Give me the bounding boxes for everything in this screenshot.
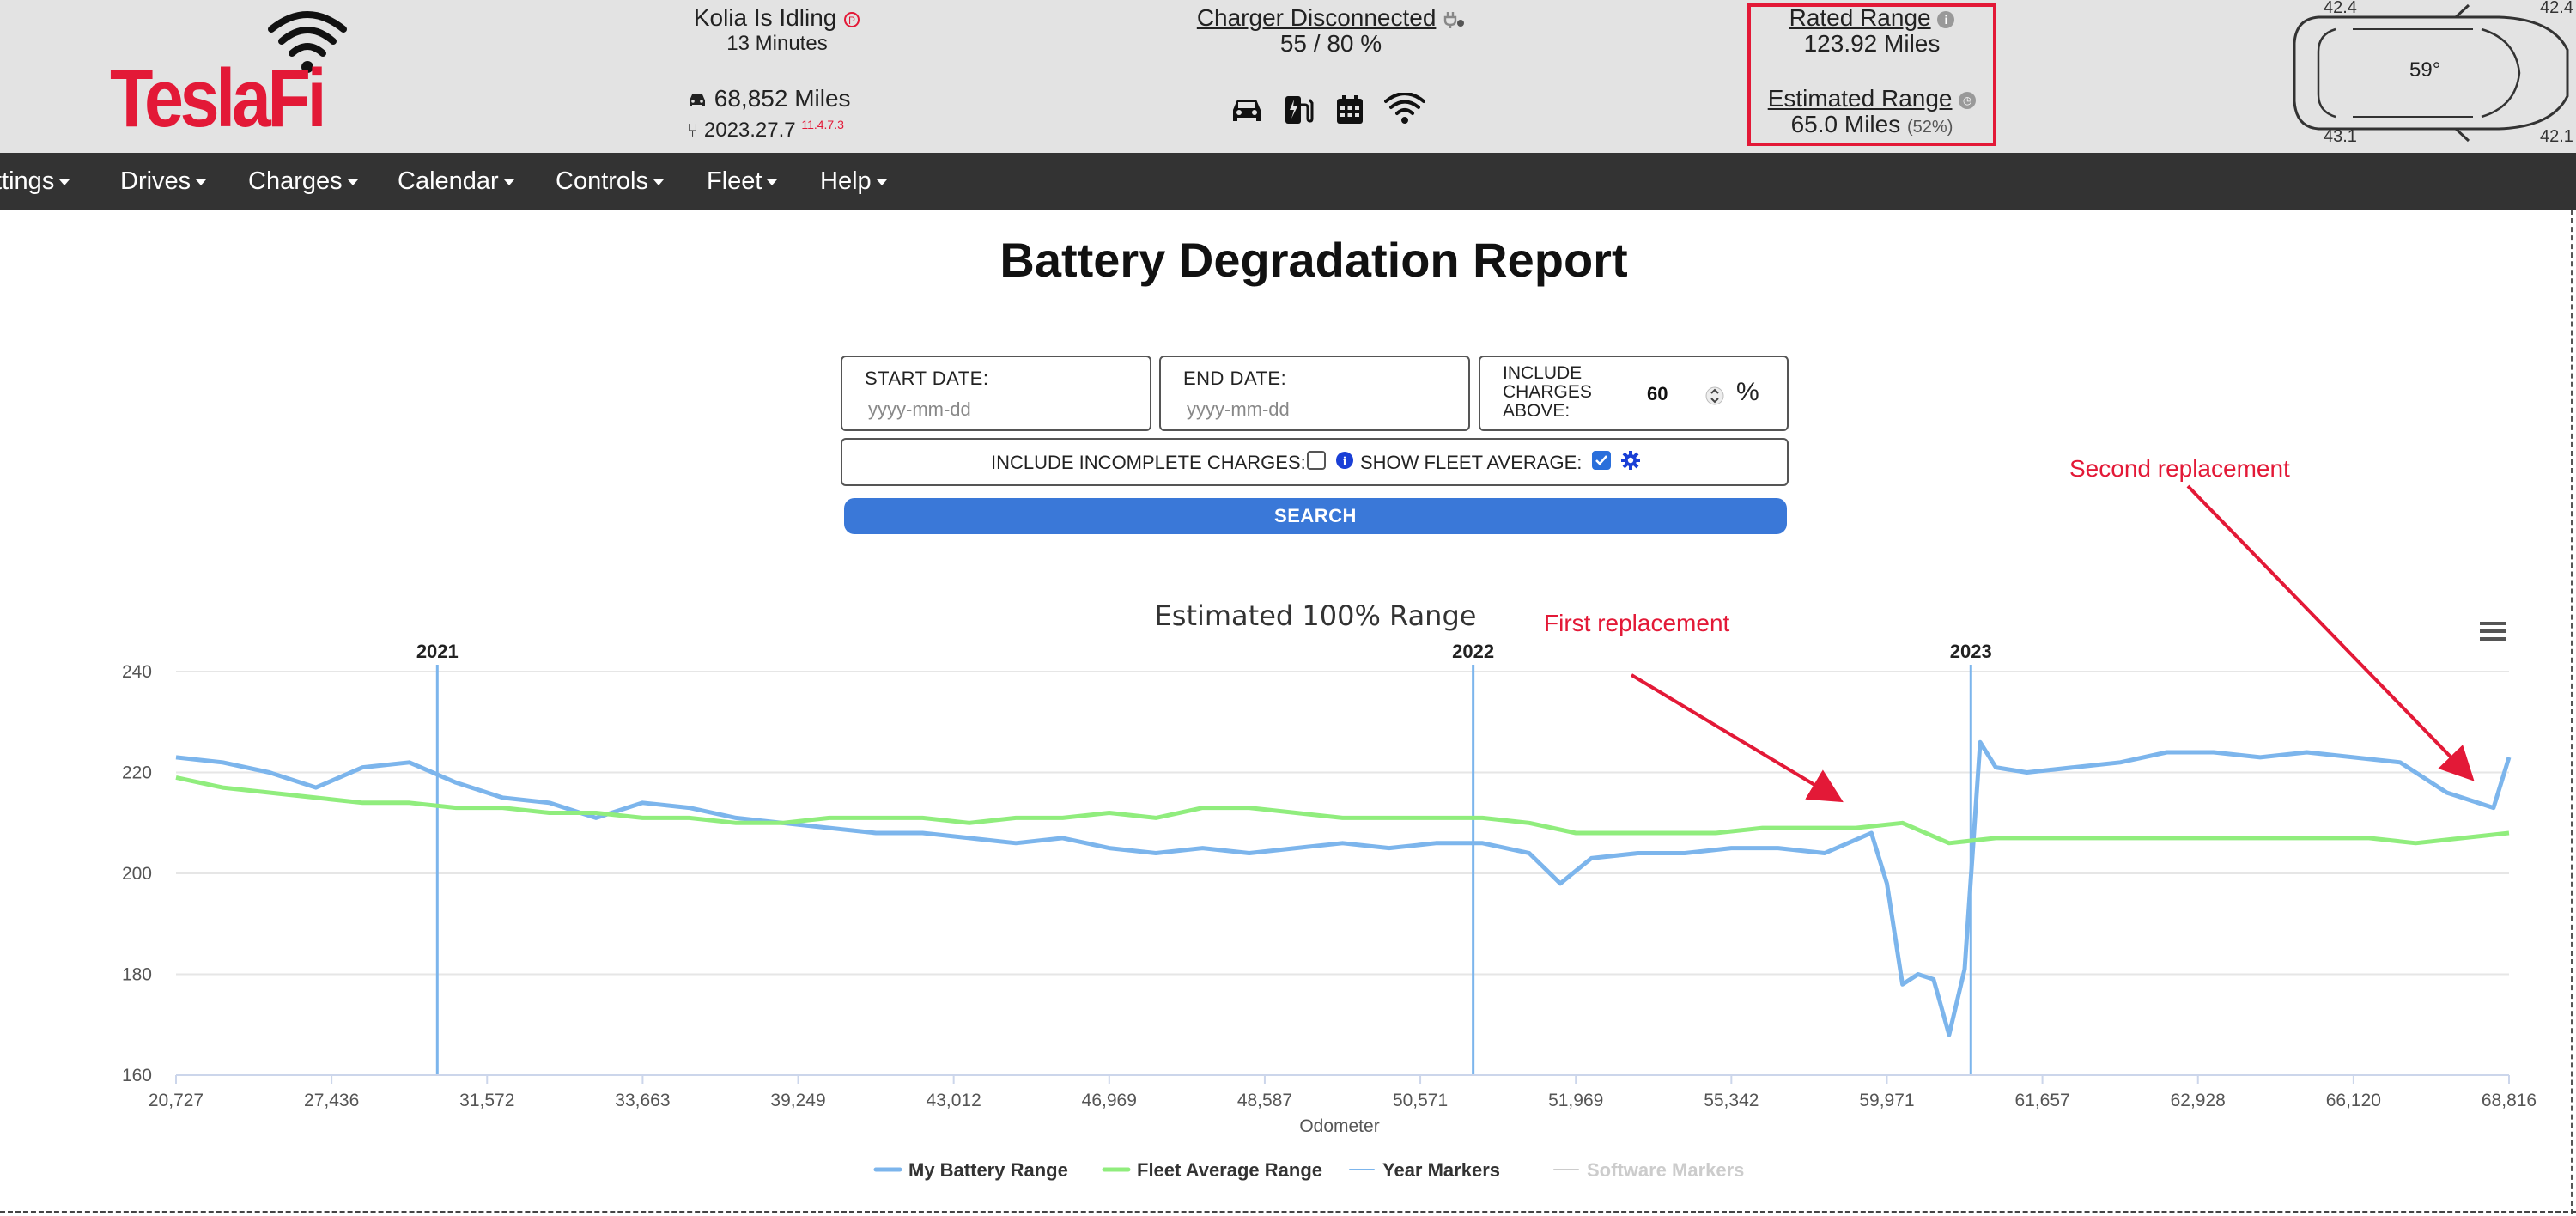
page-bottom-divider bbox=[0, 1211, 2576, 1213]
page-edge-divider bbox=[2571, 210, 2573, 1214]
annotation-arrow-second bbox=[2186, 484, 2475, 781]
annotation-second-replacement-label: Second replacement bbox=[2069, 455, 2290, 482]
annotation-overlay: Second replacement bbox=[2069, 455, 2475, 781]
